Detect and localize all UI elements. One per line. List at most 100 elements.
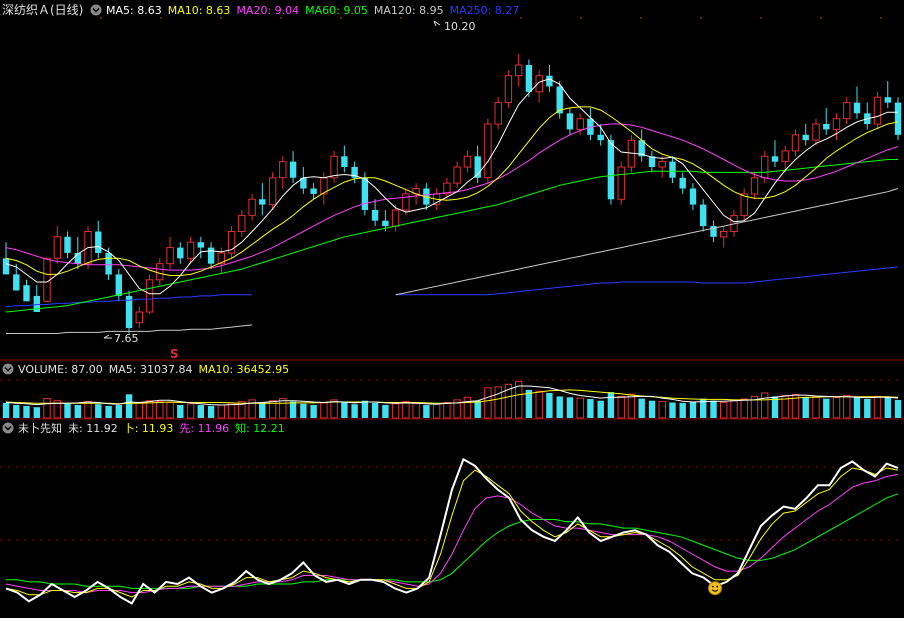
- volume-bar-down: [710, 400, 717, 418]
- main-legend-items: MA5: 8.63 MA10: 8.63 MA20: 9.04 MA60: 9.05 M…: [106, 4, 519, 17]
- volume-bar-down: [546, 393, 553, 418]
- legend-bu: 卜: 11.93: [124, 422, 174, 435]
- legend-volume: VOLUME: 87.00: [18, 363, 103, 376]
- candle-body-down: [95, 231, 102, 253]
- indicator-legend: 未卜先知 未: 11.92 卜: 11.93 先: 11.96 知: 12.21: [2, 421, 285, 435]
- volume-bar-down: [341, 402, 348, 418]
- candle-body-up: [576, 118, 584, 130]
- volume-bar-up: [391, 403, 400, 419]
- volume-bar-down: [894, 399, 902, 418]
- candle-body-down: [197, 242, 204, 248]
- legend-vol-ma5: MA5: 31037.84: [109, 363, 193, 376]
- volume-bar-down: [197, 405, 204, 418]
- volume-bar-down: [423, 405, 430, 418]
- volume-bar-up: [873, 395, 882, 419]
- volume-bar-up: [627, 393, 636, 419]
- candle-body-down: [679, 177, 686, 189]
- candle-body-down: [177, 247, 184, 259]
- volume-bar-up: [463, 396, 472, 419]
- volume-bar-down: [648, 400, 656, 418]
- volume-bar-up: [135, 402, 144, 419]
- volume-bar-up: [443, 402, 451, 419]
- legend-ma250: MA250: 8.27: [450, 4, 520, 17]
- candle-body-up: [750, 177, 759, 195]
- candle-body-down: [597, 134, 604, 141]
- volume-bar-up: [432, 403, 441, 419]
- candle-body-down: [700, 204, 707, 227]
- volume-bar-down: [125, 394, 133, 419]
- candle-body-down: [13, 274, 20, 291]
- volume-bar-up: [761, 392, 769, 419]
- candle-body-up: [463, 155, 472, 168]
- volume-bar-down: [802, 397, 809, 418]
- candle-body-up: [135, 311, 144, 324]
- volume-bar-up: [535, 390, 543, 419]
- volume-bar-down: [474, 400, 481, 418]
- volume-bar-up: [84, 401, 92, 419]
- candle-body-up: [832, 118, 841, 130]
- candle-body-down: [884, 97, 891, 103]
- candle-body-down: [546, 75, 553, 87]
- candle-body-down: [566, 113, 574, 130]
- volume-bar-up: [843, 395, 851, 419]
- volume-legend-items: VOLUME: 87.00 MA5: 31037.84 MA10: 36452.95: [18, 363, 289, 376]
- candle-body-down: [33, 295, 40, 312]
- volume-bar-down: [607, 392, 615, 418]
- volume-bar-up: [740, 398, 748, 419]
- volume-bar-up: [217, 404, 226, 419]
- candle-body-down: [853, 102, 861, 114]
- legend-ma20: MA20: 9.04: [236, 4, 299, 17]
- volume-bar-down: [105, 405, 112, 418]
- candle-body-up: [812, 123, 820, 141]
- legend-ma120: MA120: 8.95: [374, 4, 444, 17]
- candle-body-down: [341, 156, 348, 167]
- volume-bar-up: [166, 402, 174, 419]
- volume-bar-down: [679, 402, 686, 418]
- candle-body-up: [761, 155, 769, 179]
- candle-body-down: [607, 140, 615, 200]
- candle-body-up: [166, 247, 174, 265]
- candle-body-up: [504, 75, 513, 104]
- volume-legend-menu-icon[interactable]: [2, 363, 14, 375]
- candle-body-up: [494, 102, 502, 125]
- volume-bar-up: [484, 387, 492, 419]
- candle-body-up: [402, 193, 410, 211]
- volume-bar-down: [669, 402, 676, 418]
- candle-body-down: [382, 220, 389, 227]
- volume-legend: VOLUME: 87.00 MA5: 31037.84 MA10: 36452.95: [2, 363, 289, 376]
- volume-bar-down: [597, 400, 604, 418]
- volume-bar-up: [402, 401, 410, 419]
- indicator-name: 未卜先知: [18, 421, 62, 435]
- volume-bar-down: [259, 402, 266, 418]
- candle-body-up: [248, 198, 256, 216]
- chart-svg[interactable]: 深纺织Ａ(日线) MA5: 8.63 MA10: 8.63 MA20: 9.04 MA…: [0, 0, 904, 614]
- main-legend-menu-icon[interactable]: [90, 4, 102, 16]
- candle-body-down: [23, 285, 30, 302]
- legend-ma5: MA5: 8.63: [106, 4, 162, 17]
- volume-bar-up: [186, 403, 195, 419]
- volume-bar-up: [279, 398, 287, 419]
- legend-vol-ma10: MA10: 36452.95: [198, 363, 289, 376]
- candle-body-up: [740, 193, 748, 216]
- smiley-face: [708, 581, 723, 596]
- indicator-legend-menu-icon[interactable]: [2, 422, 14, 434]
- volume-bar-up: [330, 399, 338, 419]
- candle-body-down: [259, 199, 266, 205]
- candle-body-down: [802, 134, 809, 141]
- volume-bar-down: [884, 397, 891, 418]
- candle-body-up: [720, 231, 728, 238]
- volume-bar-down: [823, 398, 830, 418]
- candle-body-up: [484, 123, 492, 179]
- smiley-signal-icon: [708, 581, 723, 596]
- low-price-label: 7.65: [114, 332, 139, 345]
- candle-body-up: [53, 236, 61, 259]
- volume-bar-up: [812, 395, 820, 419]
- candle-body-down: [525, 65, 533, 92]
- candle-body-down: [64, 236, 71, 253]
- volume-bar-up: [494, 386, 502, 419]
- candle-body-up: [268, 177, 277, 206]
- volume-bar-up: [832, 397, 841, 419]
- candle-body-down: [823, 124, 830, 130]
- candle-body-down: [289, 161, 297, 178]
- volume-bar-down: [351, 404, 358, 418]
